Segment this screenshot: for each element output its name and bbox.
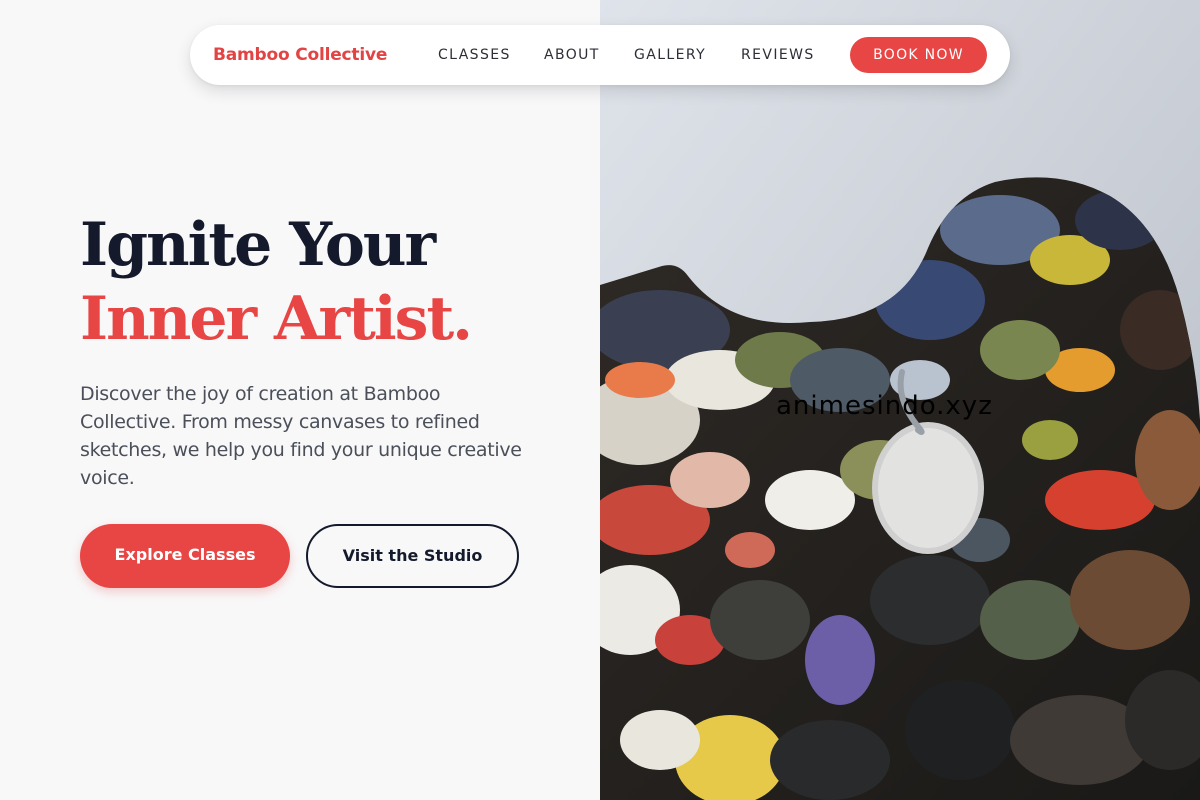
headline-line-1: Ignite Your xyxy=(80,210,436,280)
headline-line-2: Inner Artist. xyxy=(80,284,473,354)
hero-text-panel: Ignite Your Inner Artist. Discover the j… xyxy=(0,0,600,800)
brand-logo[interactable]: Bamboo Collective xyxy=(213,25,387,85)
nav-link-about[interactable]: ABOUT xyxy=(544,25,600,85)
watermark-text: animesindo.xyz xyxy=(776,391,993,421)
hero-image: animesindo.xyz xyxy=(600,0,1200,800)
nav-link-reviews[interactable]: REVIEWS xyxy=(741,25,815,85)
hero-subtitle: Discover the joy of creation at Bamboo C… xyxy=(80,383,522,489)
nav-link-gallery[interactable]: GALLERY xyxy=(634,25,706,85)
visit-studio-button[interactable]: Visit the Studio xyxy=(306,524,519,588)
nav-link-classes[interactable]: CLASSES xyxy=(438,25,511,85)
paint-palette-photo: animesindo.xyz xyxy=(600,0,1200,800)
explore-classes-button[interactable]: Explore Classes xyxy=(80,524,290,588)
hero-headline: Ignite Your Inner Artist. xyxy=(80,208,580,356)
book-now-button[interactable]: BOOK NOW xyxy=(850,37,987,73)
top-navbar: Bamboo Collective CLASSES ABOUT GALLERY … xyxy=(190,25,1010,85)
